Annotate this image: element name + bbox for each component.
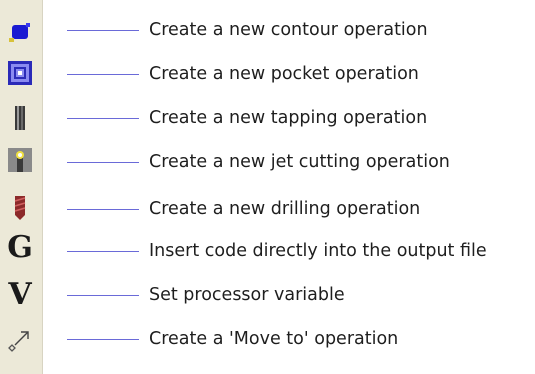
legend-row-variable: Set processor variable [0,280,535,310]
legend-row-g-code: Insert code directly into the output fil… [0,236,535,266]
connector-line [67,74,139,75]
pocket-label: Create a new pocket operation [149,64,419,84]
legend-row-pocket: Create a new pocket operation [0,59,535,89]
connector-line [67,30,139,31]
contour-label: Create a new contour operation [149,20,428,40]
legend-row-move-to: Create a 'Move to' operation [0,324,535,354]
legend-row-contour: Create a new contour operation [0,15,535,45]
jet-cutting-label: Create a new jet cutting operation [149,152,450,172]
connector-line [67,295,139,296]
connector-line [67,209,139,210]
connector-line [67,118,139,119]
legend-row-tapping: Create a new tapping operation [0,103,535,133]
connector-line [67,251,139,252]
legend-row-drilling: Create a new drilling operation [0,194,535,224]
connector-line [67,339,139,340]
operations-toolbar: G V [0,0,43,374]
legend-row-jet-cutting: Create a new jet cutting operation [0,147,535,177]
drilling-label: Create a new drilling operation [149,199,421,219]
variable-label: Set processor variable [149,285,345,305]
connector-line [67,162,139,163]
move-to-label: Create a 'Move to' operation [149,329,399,349]
g-code-label: Insert code directly into the output fil… [149,241,487,261]
tapping-label: Create a new tapping operation [149,108,428,128]
